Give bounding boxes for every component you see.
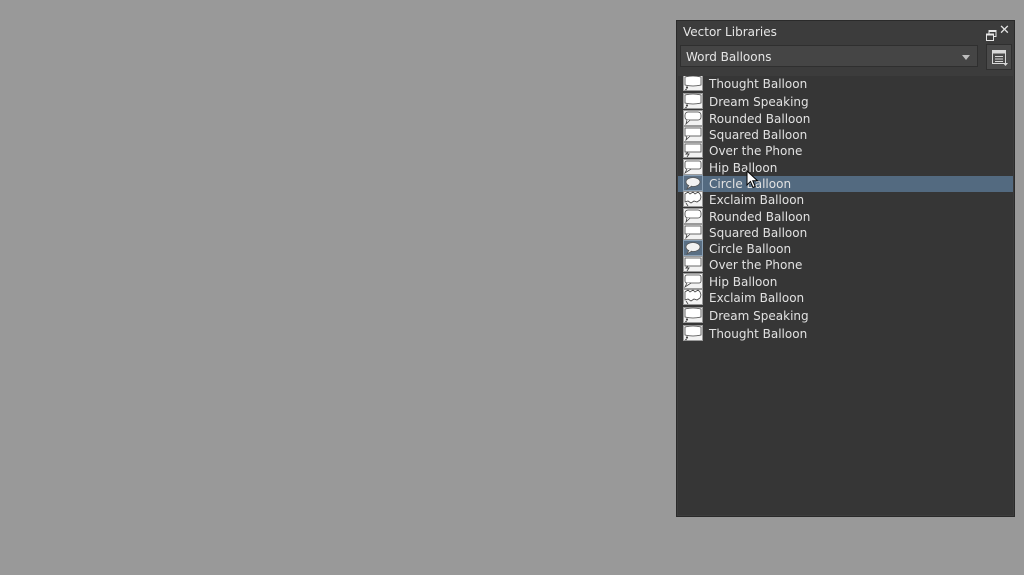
list-item-label: Hip Balloon (709, 161, 778, 175)
list-item-label: Hip Balloon (709, 275, 778, 289)
list-item-label: Over the Phone (709, 144, 803, 158)
list-item[interactable]: Over the Phone (678, 142, 1013, 159)
list-item[interactable]: Rounded Balloon (678, 110, 1013, 127)
list-item[interactable]: Over the Phone (678, 256, 1013, 273)
list-item-label: Dream Speaking (709, 95, 809, 109)
list-item[interactable]: Squared Balloon (678, 126, 1013, 143)
circle-balloon-icon (683, 175, 703, 192)
list-item-label: Over the Phone (709, 258, 803, 272)
over-the-phone-icon (683, 256, 703, 273)
list-item-label: Exclaim Balloon (709, 291, 805, 305)
list-item[interactable]: Squared Balloon (678, 224, 1013, 241)
squared-balloon-icon (683, 126, 703, 143)
float-docker-icon[interactable] (986, 26, 997, 41)
exclaim-balloon-icon (683, 289, 703, 306)
rounded-balloon-icon (683, 110, 703, 127)
list-item[interactable]: Exclaim Balloon (678, 289, 1013, 306)
list-item-label: Circle Balloon (709, 242, 792, 256)
docker-titlebar[interactable]: Vector Libraries ✕ (677, 21, 1014, 43)
exclaim-balloon-icon (683, 191, 703, 208)
list-item[interactable]: Thought Balloon (678, 76, 1013, 92)
list-item-label: Rounded Balloon (709, 112, 811, 126)
list-item-label: Dream Speaking (709, 309, 809, 323)
list-item[interactable]: Circle Balloon (678, 240, 1013, 257)
list-item[interactable]: Circle Balloon (678, 175, 1013, 192)
list-item[interactable]: Hip Balloon (678, 273, 1013, 290)
list-item-label: Circle Balloon (709, 177, 792, 191)
library-dropdown[interactable]: Word Balloons (680, 45, 978, 67)
dream-speaking-icon (683, 307, 703, 324)
list-item-label: Squared Balloon (709, 226, 808, 240)
hip-balloon-icon (683, 273, 703, 290)
hip-balloon-icon (683, 159, 703, 176)
list-item-label: Thought Balloon (709, 77, 808, 91)
chevron-down-icon (962, 55, 970, 60)
docker-title: Vector Libraries (683, 25, 777, 39)
library-menu-button[interactable] (986, 44, 1012, 70)
list-item-label: Squared Balloon (709, 128, 808, 142)
rounded-balloon-icon (683, 208, 703, 225)
list-item-label: Exclaim Balloon (709, 193, 805, 207)
list-item-label: Rounded Balloon (709, 210, 811, 224)
list-item[interactable]: Thought Balloon (678, 325, 1013, 342)
list-item[interactable]: Dream Speaking (678, 307, 1013, 324)
list-item-label: Thought Balloon (709, 327, 808, 341)
list-item[interactable]: Exclaim Balloon (678, 191, 1013, 208)
thought-balloon-icon (683, 76, 703, 92)
list-item[interactable]: Rounded Balloon (678, 208, 1013, 225)
vector-libraries-docker: Vector Libraries ✕ Word Balloons Thought… (676, 20, 1015, 517)
vector-item-list[interactable]: Thought Balloon Dream Speaking Rounded Bal… (678, 76, 1013, 515)
close-docker-icon[interactable]: ✕ (999, 24, 1010, 37)
over-the-phone-icon (683, 142, 703, 159)
library-dropdown-value: Word Balloons (686, 50, 772, 64)
library-menu-icon (992, 50, 1008, 66)
list-item[interactable]: Dream Speaking (678, 93, 1013, 110)
list-item[interactable]: Hip Balloon (678, 159, 1013, 176)
thought-balloon-icon (683, 325, 703, 342)
squared-balloon-icon (683, 224, 703, 241)
circle-balloon-icon (683, 240, 703, 257)
dream-speaking-icon (683, 93, 703, 110)
